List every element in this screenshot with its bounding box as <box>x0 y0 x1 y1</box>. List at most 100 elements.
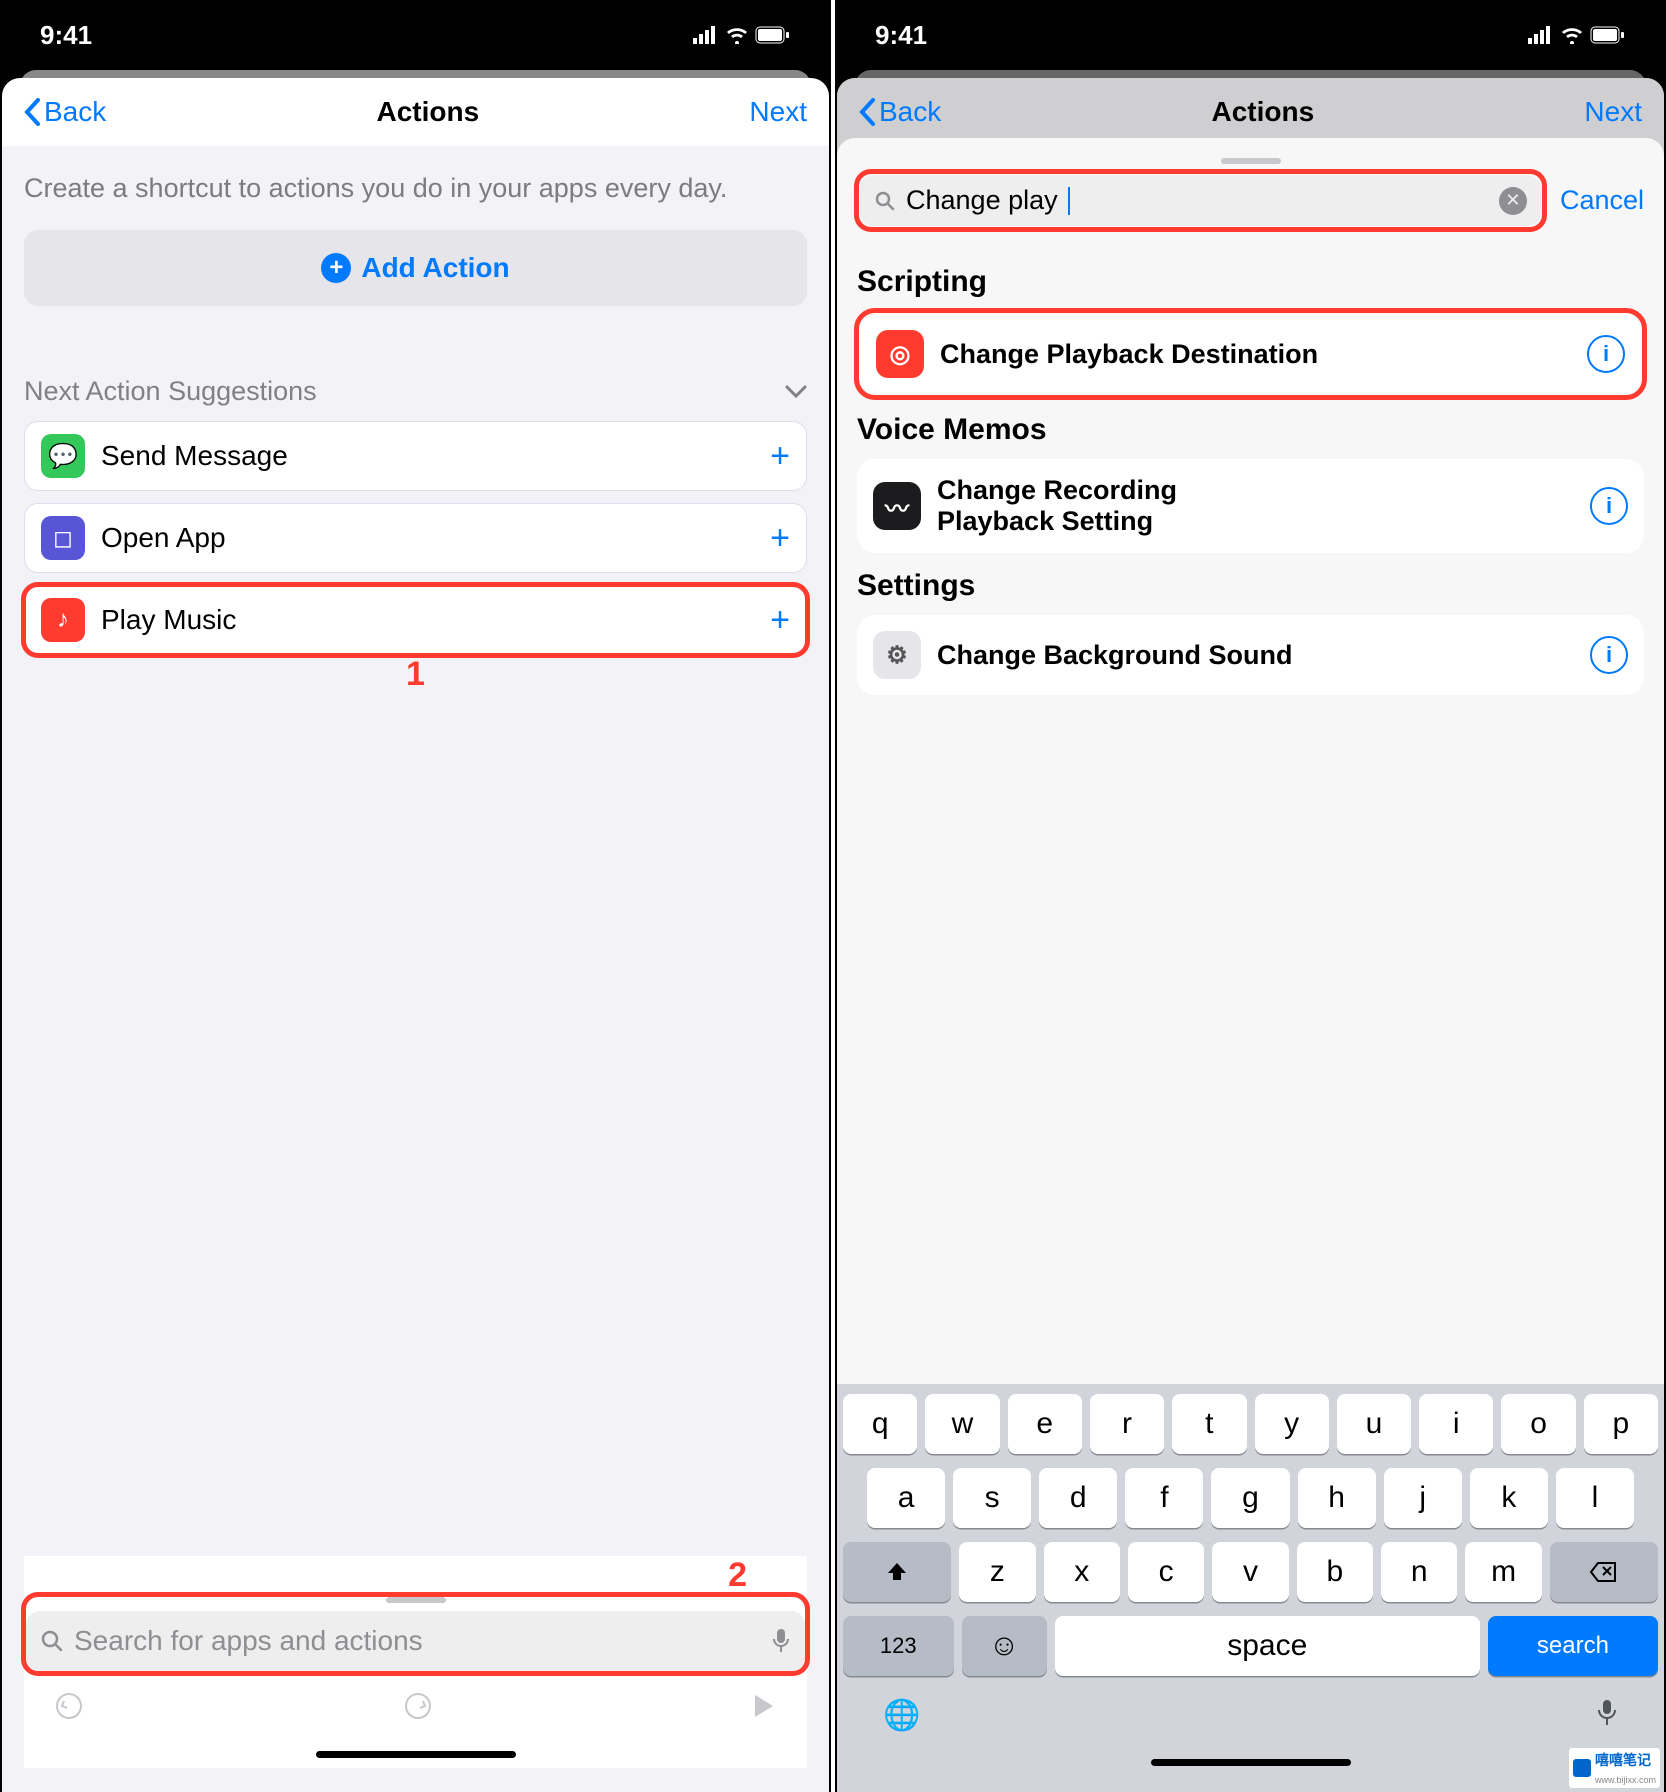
key-f[interactable]: f <box>1125 1468 1203 1528</box>
key-i[interactable]: i <box>1419 1394 1493 1454</box>
nav-bar: Back Actions Next <box>2 78 829 146</box>
status-bar: 9:41 <box>835 0 1666 70</box>
result-change-playback-destination[interactable]: ◎Change Playback Destinationi <box>860 314 1641 394</box>
add-icon[interactable]: + <box>770 601 790 640</box>
callout-1: 1 <box>24 655 807 694</box>
emoji-key[interactable]: ☺ <box>962 1616 1047 1676</box>
numbers-key[interactable]: 123 <box>843 1616 954 1676</box>
key-g[interactable]: g <box>1211 1468 1289 1528</box>
text-cursor <box>1068 187 1070 215</box>
plus-circle-icon: + <box>321 253 351 283</box>
add-icon[interactable]: + <box>770 519 790 558</box>
settings-icon: ⚙ <box>873 631 921 679</box>
search-value: Change play <box>906 185 1058 216</box>
key-u[interactable]: u <box>1337 1394 1411 1454</box>
key-z[interactable]: z <box>959 1542 1035 1602</box>
next-button[interactable]: Next <box>1584 96 1642 128</box>
grabber-handle[interactable] <box>1221 158 1281 164</box>
search-field[interactable]: Search for apps and actions <box>26 1611 805 1671</box>
key-w[interactable]: w <box>925 1394 999 1454</box>
callout-2: 2 <box>24 1556 807 1595</box>
add-icon[interactable]: + <box>770 437 790 476</box>
grabber-handle[interactable] <box>386 1597 446 1603</box>
key-t[interactable]: t <box>1172 1394 1246 1454</box>
key-d[interactable]: d <box>1039 1468 1117 1528</box>
key-e[interactable]: e <box>1008 1394 1082 1454</box>
globe-icon[interactable]: 🌐 <box>883 1698 920 1733</box>
back-button[interactable]: Back <box>24 96 106 128</box>
key-v[interactable]: v <box>1212 1542 1288 1602</box>
dictate-icon[interactable] <box>1596 1698 1618 1728</box>
search-icon <box>874 190 896 212</box>
cellular-icon <box>1528 26 1554 44</box>
key-s[interactable]: s <box>953 1468 1031 1528</box>
suggestion-play-music[interactable]: ♪Play Music+ <box>24 585 807 655</box>
info-icon[interactable]: i <box>1590 487 1628 525</box>
shift-key[interactable] <box>843 1542 951 1602</box>
key-h[interactable]: h <box>1298 1468 1376 1528</box>
phone-right: 9:41 Back Actions Next Change play ✕ Can… <box>835 0 1666 1792</box>
suggestion-open-app[interactable]: ◻Open App+ <box>24 503 807 573</box>
category-scripting: Scripting <box>857 265 1644 299</box>
airplay-icon: ◎ <box>876 330 924 378</box>
search-icon <box>40 1629 64 1653</box>
search-field[interactable]: Change play ✕ <box>860 175 1541 226</box>
wifi-icon <box>1560 26 1584 44</box>
key-k[interactable]: k <box>1470 1468 1548 1528</box>
nav-bar: Back Actions Next <box>837 78 1664 146</box>
music-icon: ♪ <box>41 598 85 642</box>
space-key[interactable]: space <box>1055 1616 1480 1676</box>
undo-icon[interactable] <box>54 1691 84 1721</box>
info-icon[interactable]: i <box>1590 636 1628 674</box>
key-j[interactable]: j <box>1384 1468 1462 1528</box>
suggestion-send-message[interactable]: 💬Send Message+ <box>24 421 807 491</box>
add-action-button[interactable]: +Add Action <box>24 230 807 306</box>
chevron-down-icon <box>785 385 807 399</box>
back-button[interactable]: Back <box>859 96 941 128</box>
app-icon: ◻ <box>41 516 85 560</box>
key-y[interactable]: y <box>1255 1394 1329 1454</box>
phone-left: 9:41 Back Actions Next Create a shortcut… <box>0 0 831 1792</box>
section-header[interactable]: Next Action Suggestions <box>24 376 807 407</box>
play-icon[interactable] <box>751 1691 777 1721</box>
status-time: 9:41 <box>40 20 92 51</box>
key-n[interactable]: n <box>1381 1542 1457 1602</box>
result-change-recording-playback[interactable]: 〰Change Recording Playback Settingi <box>857 459 1644 553</box>
keyboard[interactable]: qwertyuiop asdfghjkl zxcvbnm 123 ☺ space… <box>837 1384 1664 1792</box>
highlight-1: ♪Play Music+ <box>24 585 807 655</box>
voice-memos-icon: 〰 <box>873 482 921 530</box>
backspace-key[interactable] <box>1550 1542 1658 1602</box>
content-left: Create a shortcut to actions you do in y… <box>2 146 829 1792</box>
key-m[interactable]: m <box>1465 1542 1541 1602</box>
search-placeholder: Search for apps and actions <box>74 1625 423 1657</box>
key-q[interactable]: q <box>843 1394 917 1454</box>
home-indicator[interactable] <box>316 1751 516 1758</box>
key-p[interactable]: p <box>1584 1394 1658 1454</box>
cancel-button[interactable]: Cancel <box>1560 185 1644 216</box>
battery-icon <box>755 26 791 44</box>
key-r[interactable]: r <box>1090 1394 1164 1454</box>
search-key[interactable]: search <box>1488 1616 1658 1676</box>
category-settings: Settings <box>857 569 1644 603</box>
next-button[interactable]: Next <box>749 96 807 128</box>
key-l[interactable]: l <box>1556 1468 1634 1528</box>
key-x[interactable]: x <box>1044 1542 1120 1602</box>
key-b[interactable]: b <box>1297 1542 1373 1602</box>
clear-icon[interactable]: ✕ <box>1499 187 1527 215</box>
key-a[interactable]: a <box>867 1468 945 1528</box>
key-c[interactable]: c <box>1128 1542 1204 1602</box>
battery-icon <box>1590 26 1626 44</box>
redo-icon[interactable] <box>403 1691 433 1721</box>
home-indicator[interactable] <box>1151 1759 1351 1766</box>
cellular-icon <box>693 26 719 44</box>
toolbar <box>24 1673 807 1739</box>
category-voice-memos: Voice Memos <box>857 413 1644 447</box>
key-o[interactable]: o <box>1501 1394 1575 1454</box>
nav-title: Actions <box>1211 96 1314 128</box>
mic-icon[interactable] <box>771 1627 791 1655</box>
sheet-left: Back Actions Next Create a shortcut to a… <box>2 78 829 1792</box>
result-change-background-sound[interactable]: ⚙Change Background Soundi <box>857 615 1644 695</box>
nav-title: Actions <box>376 96 479 128</box>
info-icon[interactable]: i <box>1587 335 1625 373</box>
wifi-icon <box>725 26 749 44</box>
